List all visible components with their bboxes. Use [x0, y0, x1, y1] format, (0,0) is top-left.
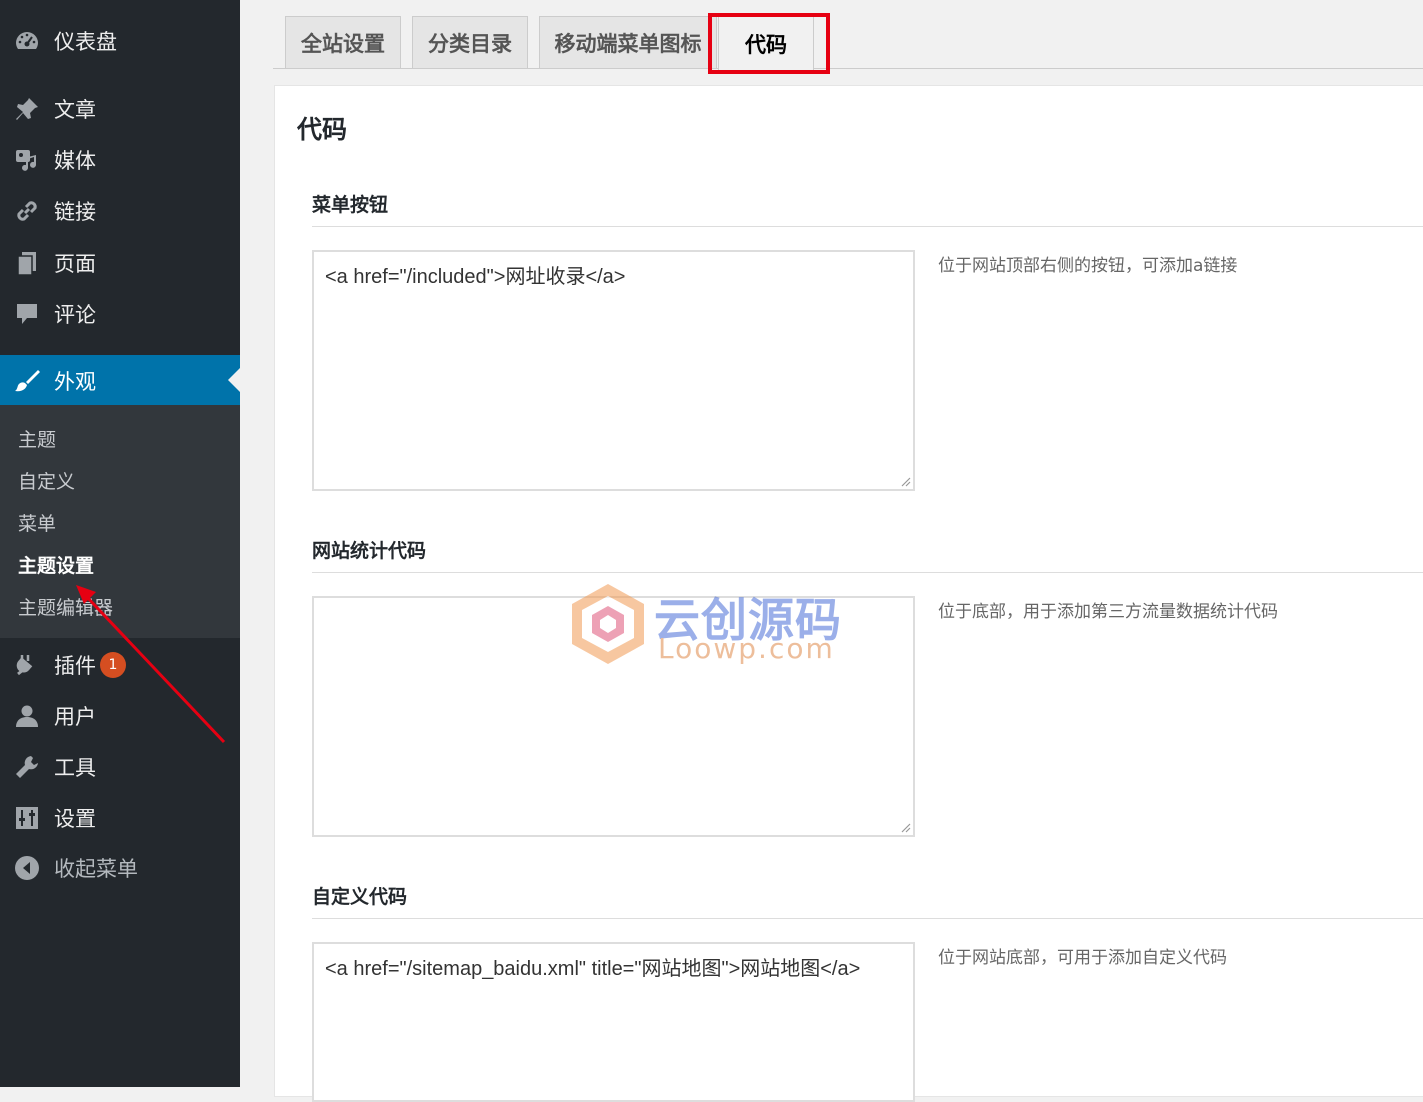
section-title-custom-code: 自定义代码 — [312, 886, 408, 908]
section-divider — [312, 226, 1423, 227]
dashboard-icon — [13, 27, 41, 55]
pushpin-icon — [13, 95, 41, 123]
custom-code-textarea[interactable]: <a href="/sitemap_baidu.xml" title="网站地图… — [312, 942, 915, 1102]
resize-handle-icon[interactable] — [899, 475, 911, 487]
textarea-value: <a href="/sitemap_baidu.xml" title="网站地图… — [325, 958, 861, 980]
menu-item-posts[interactable]: 文章 — [0, 89, 240, 129]
update-count-badge: 1 — [100, 652, 126, 678]
appearance-brush-icon — [13, 367, 41, 395]
textarea-value: <a href="/included">网址收录</a> — [325, 266, 626, 288]
resize-handle-icon[interactable] — [899, 821, 911, 833]
section-divider — [312, 918, 1423, 919]
menu-item-appearance[interactable]: 外观 — [0, 355, 240, 406]
menu-label: 外观 — [54, 369, 96, 394]
page-title: 代码 — [297, 115, 348, 144]
menu-button-code-textarea[interactable]: <a href="/included">网址收录</a> — [312, 250, 915, 491]
section-title-menu-button: 菜单按钮 — [312, 194, 389, 216]
menu-label: 媒体 — [54, 149, 96, 173]
tab-bar-underline — [273, 68, 1423, 69]
menu-item-settings[interactable]: 设置 — [0, 798, 240, 838]
menu-label: 链接 — [54, 200, 96, 224]
tab-categories[interactable]: 分类目录 — [412, 16, 528, 68]
menu-item-dashboard[interactable]: 仪表盘 — [0, 21, 240, 61]
wrench-icon — [13, 753, 41, 781]
section-divider — [312, 572, 1423, 573]
statistics-code-textarea[interactable] — [312, 596, 915, 837]
field-description: 位于网站底部，可用于添加自定义代码 — [938, 948, 1227, 968]
page-icon — [13, 249, 41, 277]
submenu-item-theme-settings[interactable]: 主题设置 — [18, 551, 94, 578]
menu-label: 文章 — [54, 98, 96, 122]
submenu-item-menus[interactable]: 菜单 — [18, 509, 56, 536]
menu-label: 评论 — [54, 303, 96, 327]
tab-mobile-menu-icons[interactable]: 移动端菜单图标 — [539, 16, 717, 68]
submenu-item-themes[interactable]: 主题 — [18, 425, 56, 452]
menu-item-users[interactable]: 用户 — [0, 696, 240, 736]
menu-label: 设置 — [54, 807, 96, 831]
tab-site-settings[interactable]: 全站设置 — [285, 16, 401, 68]
menu-item-pages[interactable]: 页面 — [0, 243, 240, 283]
collapse-menu-button[interactable]: 收起菜单 — [0, 848, 240, 888]
plugin-icon — [13, 651, 41, 679]
annotation-highlight-box — [708, 13, 830, 74]
menu-label: 页面 — [54, 252, 96, 276]
menu-label: 仪表盘 — [54, 30, 117, 54]
user-icon — [13, 702, 41, 730]
link-icon — [13, 197, 41, 225]
menu-label: 用户 — [54, 705, 96, 729]
menu-item-tools[interactable]: 工具 — [0, 747, 240, 787]
collapse-icon — [13, 854, 41, 882]
settings-icon — [13, 804, 41, 832]
section-title-statistics-code: 网站统计代码 — [312, 540, 427, 562]
menu-item-links[interactable]: 链接 — [0, 191, 240, 231]
submenu-item-customize[interactable]: 自定义 — [18, 467, 75, 494]
field-description: 位于网站顶部右侧的按钮，可添加a链接 — [938, 256, 1238, 276]
menu-item-media[interactable]: 媒体 — [0, 140, 240, 180]
menu-label: 工具 — [54, 756, 96, 780]
submenu-item-theme-editor[interactable]: 主题编辑器 — [18, 593, 113, 620]
menu-label: 收起菜单 — [54, 857, 138, 881]
menu-item-plugins[interactable]: 插件 1 — [0, 645, 240, 685]
field-description: 位于底部，用于添加第三方流量数据统计代码 — [938, 602, 1278, 622]
appearance-submenu: 主题 自定义 菜单 主题设置 主题编辑器 — [0, 405, 240, 638]
admin-sidebar: 仪表盘 文章 媒体 链接 页面 评论 外观 主题 自定义 菜单 主题设置 主题编… — [0, 0, 240, 1087]
menu-item-comments[interactable]: 评论 — [0, 294, 240, 334]
menu-label: 插件 — [54, 654, 96, 678]
comment-icon — [13, 300, 41, 328]
media-icon — [13, 146, 41, 174]
